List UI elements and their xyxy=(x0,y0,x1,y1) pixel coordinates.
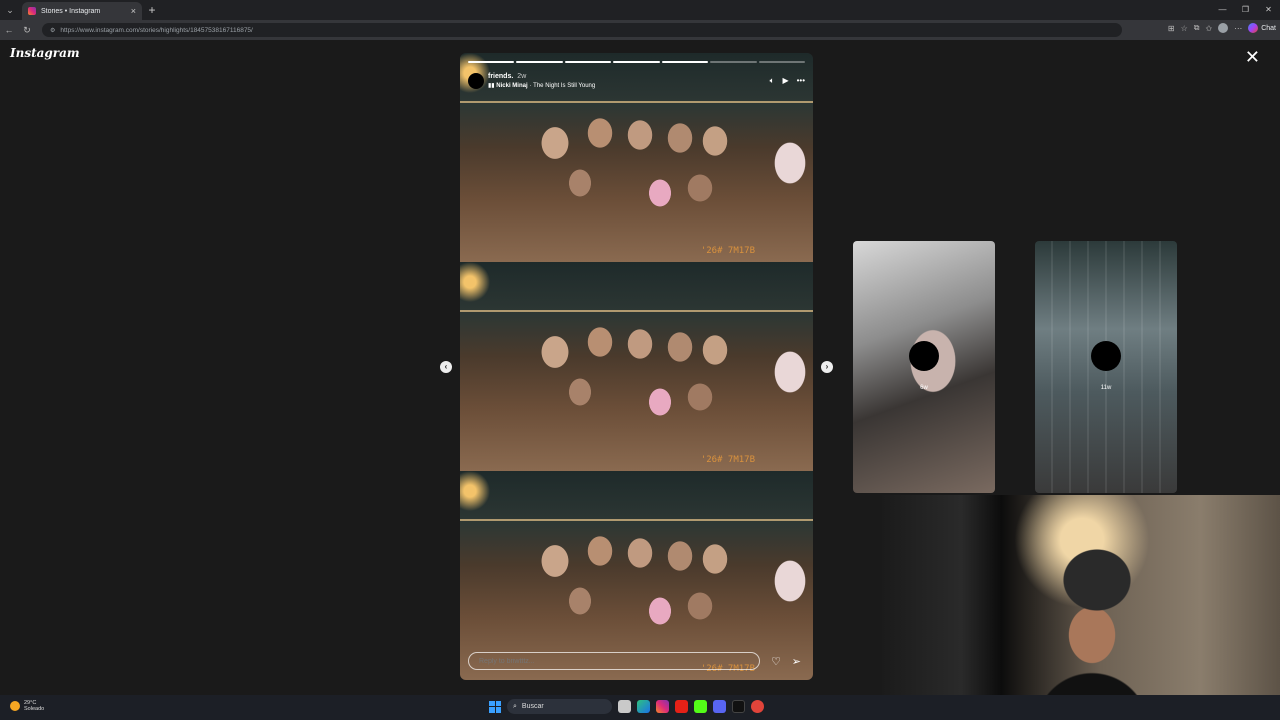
new-tab-button[interactable]: + xyxy=(142,3,162,17)
volume-icon[interactable]: 🔈︎ xyxy=(770,76,775,86)
url-field[interactable]: ⚙ https://www.instagram.com/stories/high… xyxy=(42,23,1122,37)
search-icon: ⌕ xyxy=(513,702,517,710)
tab-instagram-stories[interactable]: Stories • Instagram × xyxy=(22,2,142,20)
thumbnail-age: 11w xyxy=(1100,385,1112,391)
like-heart-icon[interactable]: ♡ xyxy=(771,655,781,668)
favorites-icon[interactable]: ✩ xyxy=(1206,24,1213,33)
kick-icon[interactable] xyxy=(694,700,707,713)
instagram-app-icon[interactable] xyxy=(656,700,669,713)
install-app-icon[interactable]: ⊞ xyxy=(1168,24,1175,33)
story-meta: friends. 2w ▮▮ Nicki Minaj · The Night Is … xyxy=(488,73,770,89)
story-progress-bar xyxy=(468,61,805,63)
story-photo: '26# 7M17B xyxy=(460,262,813,471)
weather-status: Soleado xyxy=(24,706,45,712)
next-story-thumbnail[interactable]: 6w xyxy=(853,241,995,493)
thumbnail-avatar xyxy=(1091,341,1121,371)
back-arrow-icon[interactable]: ← xyxy=(0,25,18,35)
tab-search-icon[interactable]: ⌄ xyxy=(0,0,20,20)
progress-segment xyxy=(516,61,563,63)
tab-title: Stories • Instagram xyxy=(41,7,101,15)
address-bar-row: ← ↻ ⚙ https://www.instagram.com/stories/… xyxy=(0,20,1280,40)
reply-input[interactable] xyxy=(468,652,760,670)
progress-segment xyxy=(710,61,757,63)
music-artist: Nicki Minaj xyxy=(496,83,528,89)
more-options-icon[interactable]: ••• xyxy=(797,76,805,86)
more-menu-icon[interactable]: ⋯ xyxy=(1234,24,1242,33)
instagram-favicon-icon xyxy=(28,7,36,15)
browser-toolbar-icons: ⊞ ☆ ⧉ ✩ ⋯ Chat xyxy=(1168,23,1276,33)
story-avatar[interactable] xyxy=(468,73,484,89)
music-bars-icon: ▮▮ xyxy=(488,83,495,89)
progress-segment xyxy=(758,61,805,63)
next-story-button[interactable]: › xyxy=(821,361,833,373)
discord-icon[interactable] xyxy=(713,700,726,713)
sun-icon xyxy=(10,701,20,711)
play-icon[interactable]: ▶ xyxy=(782,76,788,86)
weather-widget[interactable]: 29°C Soleado xyxy=(10,700,44,712)
minimize-icon[interactable]: — xyxy=(1211,0,1234,20)
copilot-icon xyxy=(1248,23,1259,33)
reload-icon[interactable]: ↻ xyxy=(18,25,36,36)
instagram-logo[interactable]: Instagram xyxy=(10,46,80,60)
windows-start-icon[interactable] xyxy=(489,700,501,713)
story-age: 2w xyxy=(517,73,527,80)
story-music[interactable]: ▮▮ Nicki Minaj · The Night Is Still Young xyxy=(488,82,770,89)
send-icon[interactable]: ➢ xyxy=(792,655,801,668)
photo-date-stamp: '26# 7M17B xyxy=(700,246,755,256)
close-stories-icon[interactable]: ✕ xyxy=(1245,48,1260,66)
windows-taskbar: 29°C Soleado ⌕ Buscar xyxy=(0,695,1280,720)
progress-segment xyxy=(564,61,612,63)
media-app-icon[interactable] xyxy=(751,700,764,713)
taskbar-apps: ⌕ Buscar xyxy=(489,699,764,714)
story-photo: '26# 7M17B xyxy=(460,471,813,680)
chat-button[interactable]: Chat xyxy=(1248,23,1276,33)
edge-browser-icon[interactable] xyxy=(637,700,650,713)
photo-date-stamp: '26# 7M17B xyxy=(700,455,755,465)
maximize-icon[interactable]: ❐ xyxy=(1234,0,1257,20)
tiktok-icon[interactable] xyxy=(732,700,745,713)
thumbnail-age: 6w xyxy=(920,385,928,391)
previous-story-button[interactable]: ‹ xyxy=(440,361,452,373)
progress-segment xyxy=(613,61,660,63)
taskbar-search[interactable]: ⌕ Buscar xyxy=(507,699,612,714)
bookmark-star-icon[interactable]: ☆ xyxy=(1181,24,1188,33)
url-text: https://www.instagram.com/stories/highli… xyxy=(60,26,253,34)
story-controls: 🔈︎ ▶ ••• xyxy=(770,76,805,86)
next-story-thumbnail[interactable]: 11w xyxy=(1035,241,1177,493)
webcam-overlay xyxy=(882,495,1280,720)
browser-tab-bar: ⌄ Stories • Instagram × + — ❐ ✕ xyxy=(0,0,1280,20)
progress-segment xyxy=(661,61,709,63)
window-close-icon[interactable]: ✕ xyxy=(1257,0,1280,20)
story-username[interactable]: friends. xyxy=(488,73,513,80)
site-info-icon[interactable]: ⚙ xyxy=(50,27,55,34)
thumbnail-avatar xyxy=(909,341,939,371)
extension-icon[interactable]: ⧉ xyxy=(1194,23,1200,33)
search-label: Buscar xyxy=(521,703,544,710)
story-header: friends. 2w ▮▮ Nicki Minaj · The Night Is … xyxy=(468,70,805,92)
window-controls: — ❐ ✕ xyxy=(1211,0,1280,20)
tab-close-icon[interactable]: × xyxy=(131,6,136,16)
music-title: · The Night Is Still Young xyxy=(529,83,596,89)
progress-segment xyxy=(468,61,515,63)
youtube-icon[interactable] xyxy=(675,700,688,713)
file-explorer-icon[interactable] xyxy=(618,700,631,713)
chat-label: Chat xyxy=(1261,24,1276,32)
active-story[interactable]: '26# 7M17B '26# 7M17B '26# 7M17B friends… xyxy=(460,53,813,680)
profile-avatar-icon[interactable] xyxy=(1218,23,1229,33)
